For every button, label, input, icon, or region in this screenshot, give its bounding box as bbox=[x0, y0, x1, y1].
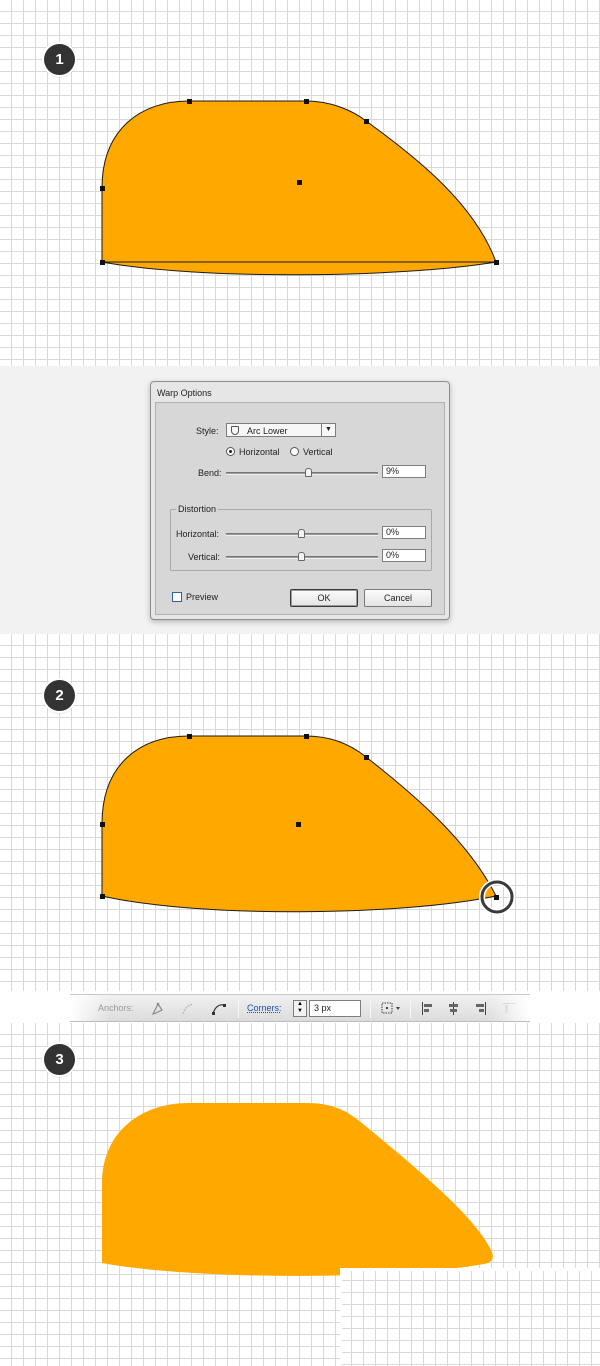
align-center-icon[interactable] bbox=[446, 1001, 462, 1016]
shape-step-2[interactable] bbox=[0, 634, 600, 991]
warp-options-dialog: Warp Options Style: Arc Lower ▼ Horizont… bbox=[150, 381, 450, 620]
bend-input[interactable]: 9% bbox=[382, 465, 426, 478]
dist-vertical-input[interactable]: 0% bbox=[382, 549, 426, 562]
radio-horizontal-label[interactable]: Horizontal bbox=[239, 447, 280, 457]
corners-link[interactable]: Corners: bbox=[247, 1003, 282, 1013]
artboard-step-2: 2 bbox=[0, 634, 600, 991]
separator bbox=[410, 999, 411, 1018]
transform-icon[interactable] bbox=[380, 1001, 404, 1016]
artboard-step-3: 3 bbox=[0, 1023, 600, 1366]
dialog-area: Warp Options Style: Arc Lower ▼ Horizont… bbox=[0, 366, 600, 634]
preview-checkbox[interactable] bbox=[172, 592, 182, 602]
bend-label: Bend: bbox=[198, 468, 222, 478]
final-rounded-shape bbox=[102, 1103, 493, 1276]
bend-slider-thumb[interactable] bbox=[304, 468, 312, 477]
anchors-label: Anchors: bbox=[98, 1003, 134, 1013]
align-right-icon[interactable] bbox=[472, 1001, 488, 1016]
warped-shape bbox=[101, 100, 497, 276]
remove-anchor-icon[interactable] bbox=[211, 1001, 227, 1016]
style-label: Style: bbox=[196, 426, 219, 436]
handles-icon[interactable] bbox=[180, 1001, 196, 1016]
dist-vertical-slider-thumb[interactable] bbox=[298, 552, 305, 561]
dist-horizontal-input[interactable]: 0% bbox=[382, 526, 426, 539]
dist-vertical-label: Vertical: bbox=[188, 552, 221, 562]
radio-vertical-label[interactable]: Vertical bbox=[303, 447, 333, 457]
dialog-title: Warp Options bbox=[157, 388, 212, 398]
style-select[interactable]: Arc Lower ▼ bbox=[226, 423, 336, 437]
corners-stepper[interactable]: ▲ ▼ bbox=[293, 1000, 307, 1017]
corners-input[interactable]: 3 px bbox=[309, 1000, 361, 1017]
cancel-button[interactable]: Cancel bbox=[364, 589, 432, 607]
separator bbox=[238, 999, 239, 1018]
arc-lower-icon bbox=[231, 426, 239, 435]
distortion-title: Distortion bbox=[176, 504, 219, 514]
style-select-value: Arc Lower bbox=[247, 426, 288, 436]
shape-step-1[interactable] bbox=[0, 0, 600, 366]
dist-horizontal-label: Horizontal: bbox=[176, 529, 220, 539]
radio-horizontal[interactable] bbox=[226, 447, 235, 456]
align-top-icon[interactable] bbox=[502, 1001, 518, 1016]
artboard-step-1: 1 bbox=[0, 0, 600, 366]
control-bar: Anchors: Corners: ▲ ▼ 3 px bbox=[70, 994, 530, 1022]
dist-horizontal-slider-thumb[interactable] bbox=[298, 529, 305, 538]
dialog-body: Style: Arc Lower ▼ Horizontal Vertical B… bbox=[155, 402, 445, 615]
inner-grid bbox=[342, 1271, 600, 1366]
bend-slider-track[interactable] bbox=[226, 472, 378, 475]
separator bbox=[370, 999, 371, 1018]
ok-button[interactable]: OK bbox=[290, 589, 358, 607]
convert-anchor-icon[interactable] bbox=[150, 1001, 166, 1016]
chevron-down-icon[interactable]: ▼ bbox=[321, 424, 335, 436]
align-left-icon[interactable] bbox=[420, 1001, 436, 1016]
preview-label[interactable]: Preview bbox=[186, 592, 218, 602]
radio-vertical[interactable] bbox=[290, 447, 299, 456]
